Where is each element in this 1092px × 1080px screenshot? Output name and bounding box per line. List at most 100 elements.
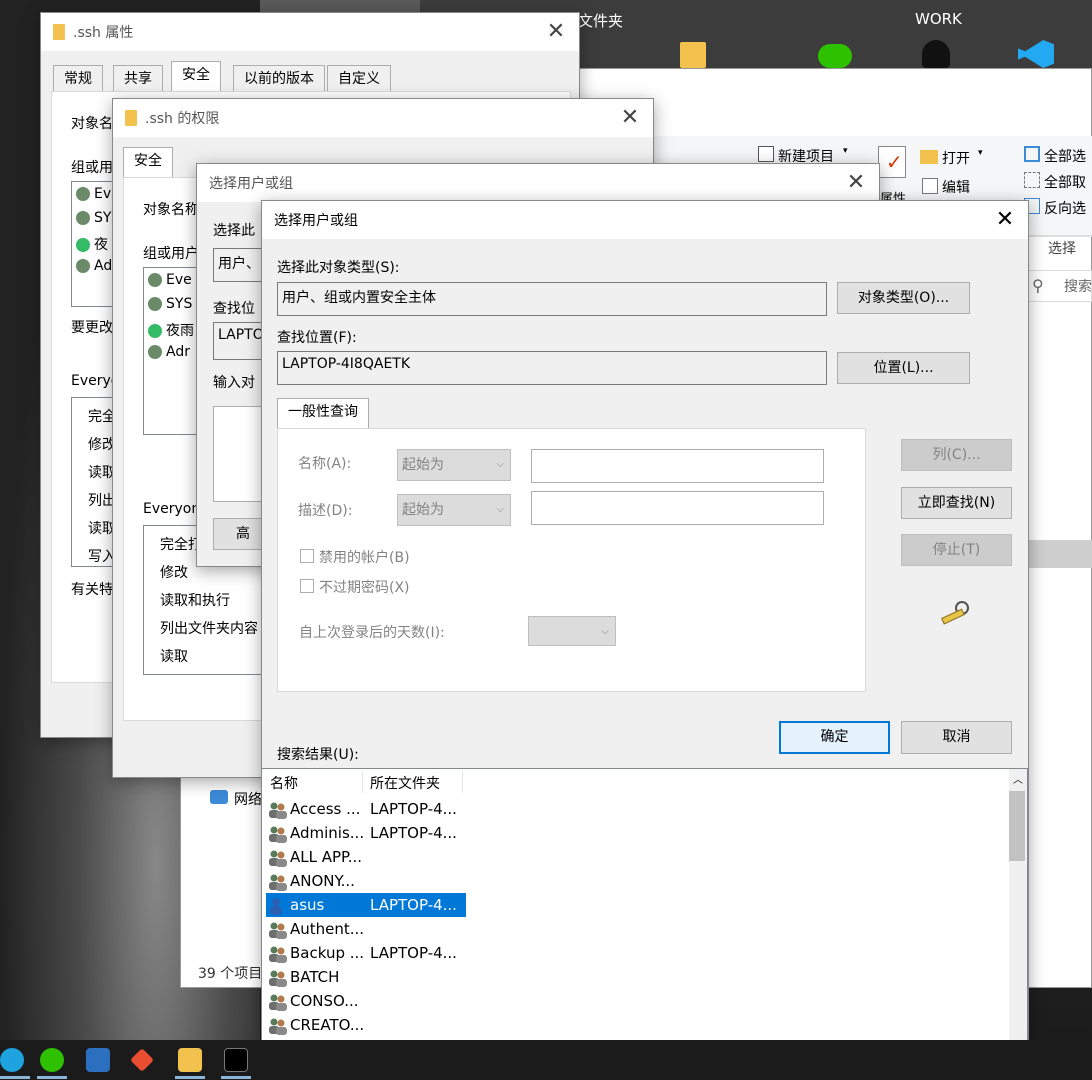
scroll-up-icon[interactable]: ︿ <box>1013 771 1023 786</box>
edit-icon <box>922 178 938 194</box>
qq-icon[interactable] <box>922 40 950 68</box>
explorer-selected-row[interactable] <box>1028 540 1092 568</box>
list-item[interactable]: Ev <box>76 186 111 202</box>
perm-row: 列出文件夹内容 <box>160 621 258 637</box>
table-row[interactable]: ANONY... <box>266 869 466 893</box>
list-item[interactable]: 夜雨 <box>148 320 194 340</box>
result-name: BATCH <box>290 968 340 986</box>
check-icon: ✓ <box>886 150 903 174</box>
tab-security[interactable]: 安全 <box>123 147 173 177</box>
titlebar: 选择用户或组 <box>197 164 879 202</box>
group-icon <box>268 801 287 819</box>
tab-sharing[interactable]: 共享 <box>113 65 163 91</box>
description-input[interactable] <box>531 491 824 525</box>
search-key-icon <box>940 600 970 625</box>
wechat-icon[interactable] <box>818 44 852 68</box>
table-row[interactable]: asus LAPTOP-4... <box>266 893 466 917</box>
users-list[interactable]: Eve SYS 夜雨 Adr <box>143 267 203 435</box>
select-all-icon <box>1024 146 1040 162</box>
explorer-icon[interactable] <box>178 1048 202 1072</box>
column-header-folder[interactable]: 所在文件夹 <box>370 773 440 793</box>
object-types-button[interactable]: 对象类型(O)... <box>837 282 970 314</box>
edge-icon[interactable] <box>0 1048 24 1072</box>
column-divider[interactable] <box>362 771 363 793</box>
cancel-button[interactable]: 取消 <box>901 721 1012 754</box>
close-icon[interactable]: ✕ <box>994 209 1016 231</box>
permissions-label: Everyon <box>143 501 201 517</box>
no-expire-password-checkbox[interactable] <box>300 579 314 593</box>
tab-security[interactable]: 安全 <box>171 61 221 91</box>
search-results-label: 搜索结果(U): <box>277 747 359 763</box>
desktop-label-work[interactable]: WORK <box>915 10 962 28</box>
tab-general[interactable]: 常规 <box>53 65 103 91</box>
wechat-icon[interactable] <box>40 1048 64 1072</box>
find-now-button[interactable]: 立即查找(N) <box>901 487 1012 519</box>
desktop-label-folder[interactable]: 文件夹 <box>578 10 623 31</box>
folder-icon[interactable] <box>680 42 706 68</box>
table-row[interactable]: BATCH <box>266 965 466 989</box>
tab-customize[interactable]: 自定义 <box>327 65 391 91</box>
invert-selection-button[interactable]: 反向选 <box>1044 198 1086 218</box>
list-item[interactable]: SY <box>76 210 111 226</box>
result-name: CONSO... <box>290 992 359 1010</box>
column-divider[interactable] <box>462 771 463 793</box>
table-row[interactable]: Backup ... LAPTOP-4... <box>266 941 466 965</box>
open-folder-icon <box>920 150 938 164</box>
column-header-name[interactable]: 名称 <box>270 773 298 793</box>
result-name: asus <box>290 896 325 914</box>
nav-network[interactable]: 网络 <box>234 789 262 809</box>
object-name-label: 对象名称 <box>143 202 199 218</box>
name-input[interactable] <box>531 449 824 483</box>
virtualbox-icon[interactable] <box>86 1048 110 1072</box>
select-all-button[interactable]: 全部选 <box>1044 146 1086 166</box>
description-mode-select: 起始为 ⌵ <box>397 494 511 526</box>
taskbar-active-indicator <box>221 1076 251 1079</box>
list-item[interactable]: SYS <box>148 296 192 312</box>
open-button[interactable]: 打开 <box>942 148 970 168</box>
scroll-thumb[interactable] <box>1009 791 1025 861</box>
vertical-scrollbar[interactable]: ︿ ﹀ <box>1009 769 1027 1079</box>
tab-common-queries[interactable]: 一般性查询 <box>277 398 369 428</box>
location-field: LAPTOP-4I8QAETK <box>277 351 827 385</box>
location-label: 查找位 <box>213 301 255 317</box>
disabled-accounts-checkbox[interactable] <box>300 549 314 563</box>
result-folder: LAPTOP-4... <box>370 896 457 914</box>
result-folder: LAPTOP-4... <box>370 824 457 842</box>
folder-icon <box>53 24 65 40</box>
list-item[interactable]: 夜 <box>76 234 108 254</box>
titlebar: .ssh 的权限 <box>113 99 653 137</box>
ok-button[interactable]: 确定 <box>779 721 890 754</box>
list-item[interactable]: Eve <box>148 272 192 288</box>
table-row[interactable]: ALL APP... <box>266 845 466 869</box>
group-label: 组或用 <box>71 160 113 176</box>
tab-previous-versions[interactable]: 以前的版本 <box>233 65 325 91</box>
table-row[interactable]: Authent... <box>266 917 466 941</box>
table-row[interactable]: CREATO... <box>266 1013 466 1037</box>
chevron-down-icon: ⌵ <box>601 626 609 637</box>
list-item[interactable]: Adr <box>148 344 190 360</box>
columns-button: 列(C)... <box>901 439 1012 471</box>
table-row[interactable]: Access ... LAPTOP-4... <box>266 797 466 821</box>
result-name: CREATO... <box>290 1016 364 1034</box>
search-results-list[interactable]: 名称 所在文件夹 Access ... LAPTOP-4... Adminis...… <box>261 768 1028 1080</box>
edit-button[interactable]: 编辑 <box>942 177 970 197</box>
folder-icon <box>125 110 137 126</box>
table-row[interactable]: CONSO... <box>266 989 466 1013</box>
group-icon <box>268 921 287 939</box>
close-icon[interactable]: ✕ <box>619 107 641 129</box>
terminal-icon[interactable] <box>224 1048 248 1072</box>
close-icon[interactable]: ✕ <box>545 21 567 43</box>
group-icon <box>268 945 287 963</box>
user-icon <box>268 897 284 915</box>
window-title: .ssh 属性 <box>73 25 134 41</box>
close-icon[interactable]: ✕ <box>845 172 867 194</box>
select-none-button[interactable]: 全部取 <box>1044 172 1086 192</box>
select-none-icon <box>1024 172 1040 188</box>
location-label: 查找位置(F): <box>277 330 357 346</box>
list-item[interactable]: Ad <box>76 258 112 274</box>
special-permissions-hint: 有关特 <box>71 582 113 598</box>
group-icon <box>268 1017 287 1035</box>
table-row[interactable]: Adminis... LAPTOP-4... <box>266 821 466 845</box>
locations-button[interactable]: 位置(L)... <box>837 352 970 384</box>
result-name: Access ... <box>290 800 361 818</box>
